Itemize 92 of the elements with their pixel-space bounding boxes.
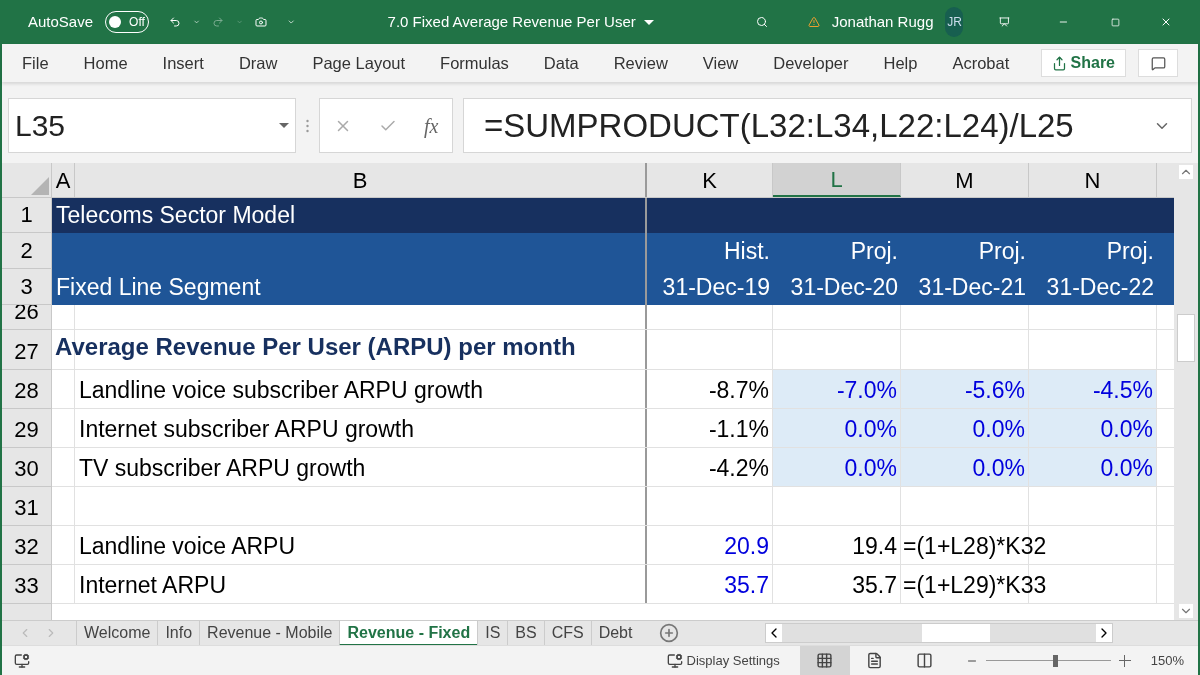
ribbon-tab[interactable]: Help	[883, 50, 918, 76]
row-header[interactable]: 29	[2, 409, 52, 448]
formula-text: =(1+L28)*K32	[903, 532, 1047, 561]
column-heading: Proj.	[850, 237, 899, 266]
zoom-slider[interactable]	[985, 653, 1111, 668]
column-heading: Hist.	[724, 237, 771, 266]
user-avatar[interactable]: JR	[945, 7, 964, 37]
insert-function-icon[interactable]: fx	[423, 110, 439, 141]
display-settings-button[interactable]: Display Settings	[666, 650, 780, 671]
section-heading: Average Revenue Per User (ARPU) per month	[55, 332, 576, 362]
ribbon-tab[interactable]: Review	[613, 50, 668, 76]
input-cell: 0.0%	[773, 409, 901, 447]
sheet-tab[interactable]: IS	[477, 620, 508, 646]
row-label: TV subscriber ARPU growth	[78, 454, 366, 483]
column-heading: 31-Dec-21	[918, 273, 1027, 302]
input-cell: -7.0%	[773, 370, 901, 408]
ribbon-tab[interactable]: Insert	[162, 50, 204, 76]
drag-handle-icon[interactable]	[306, 118, 309, 133]
number-cell: 19.4	[773, 526, 901, 564]
normal-view-icon[interactable]	[799, 645, 850, 675]
scroll-left-icon[interactable]	[766, 624, 783, 642]
autosave-label: AutoSave	[28, 11, 94, 32]
segment-title: Fixed Line Segment	[56, 273, 261, 302]
vertical-scrollbar[interactable]	[1174, 163, 1198, 620]
column-header[interactable]: N	[1029, 163, 1157, 197]
ribbon-tab[interactable]: Formulas	[440, 50, 509, 76]
number-cell: 35.7	[773, 565, 901, 603]
ribbon-tab[interactable]: File	[22, 50, 49, 76]
column-heading: Proj.	[1106, 237, 1155, 266]
zoom-percentage[interactable]: 150%	[1150, 650, 1184, 671]
share-icon	[1051, 55, 1067, 71]
sheet-tab[interactable]: Revenue - Fixed	[339, 620, 478, 646]
column-header[interactable]: L	[773, 163, 901, 197]
row-label: Internet subscriber ARPU growth	[78, 415, 414, 444]
row-header[interactable]: 33	[2, 565, 52, 604]
row-header[interactable]: 1	[2, 198, 52, 233]
ribbon-tab[interactable]: Home	[83, 50, 128, 76]
formula-field[interactable]: =SUMPRODUCT(L32:L34,L22:L24)/L25	[463, 98, 1192, 153]
column-heading: 31-Dec-22	[1046, 273, 1155, 302]
sheet-tab[interactable]: BS	[507, 620, 544, 646]
name-box[interactable]: L35	[8, 98, 296, 153]
sheet-tab[interactable]: Welcome	[76, 620, 158, 646]
ribbon-tab[interactable]: Data	[543, 50, 579, 76]
input-cell: 0.0%	[1029, 409, 1157, 447]
scrollbar-thumb[interactable]	[1177, 314, 1195, 362]
column-header[interactable]: M	[901, 163, 1029, 197]
row-header[interactable]: 32	[2, 526, 52, 565]
ribbon-tab[interactable]: Developer	[773, 50, 849, 76]
input-cell: -4.5%	[1029, 370, 1157, 408]
column-heading: 31-Dec-20	[790, 273, 899, 302]
document-title[interactable]: 7.0 Fixed Average Revenue Per User	[387, 10, 654, 34]
input-cell: 0.0%	[773, 448, 901, 486]
input-cell: 0.0%	[1029, 448, 1157, 486]
horizontal-scrollbar[interactable]	[765, 623, 1114, 643]
monitor-gear-icon	[666, 652, 683, 669]
sheet-tab[interactable]: Debt	[590, 620, 640, 646]
row-header[interactable]: 31	[2, 487, 52, 526]
comment-icon	[1150, 55, 1166, 71]
input-cell: -5.6%	[901, 370, 1029, 408]
input-cell: 0.0%	[901, 448, 1029, 486]
number-cell: 35.7	[647, 565, 773, 603]
row-label: Internet ARPU	[78, 571, 227, 600]
column-header[interactable]: A	[52, 163, 75, 197]
ribbon-tab[interactable]: Draw	[238, 50, 278, 76]
input-cell: 0.0%	[901, 409, 1029, 447]
sheet-tab[interactable]: Info	[157, 620, 200, 646]
sheet-tab[interactable]: CFS	[543, 620, 591, 646]
zoom-slider-thumb[interactable]	[1052, 654, 1058, 667]
share-button[interactable]: Share	[1040, 49, 1126, 77]
row-header[interactable]: 28	[2, 370, 52, 409]
zoom-in-icon[interactable]	[1118, 654, 1131, 667]
row-header[interactable]: 30	[2, 448, 52, 487]
scrollbar-thumb[interactable]	[922, 624, 991, 642]
row-header[interactable]: 27	[2, 330, 52, 370]
row-label: Landline voice subscriber ARPU growth	[78, 376, 483, 405]
scroll-right-icon[interactable]	[1096, 624, 1113, 642]
comments-button[interactable]	[1138, 49, 1178, 77]
row-header[interactable]: 3	[2, 269, 52, 305]
column-heading: 31-Dec-19	[662, 273, 771, 302]
scroll-down-icon[interactable]	[1179, 604, 1193, 618]
user-name: Jonathan Rugg	[831, 11, 934, 32]
ribbon-tab[interactable]: View	[702, 50, 739, 76]
scroll-up-icon[interactable]	[1179, 165, 1193, 179]
column-heading: Proj.	[978, 237, 1027, 266]
number-cell: 20.9	[647, 526, 773, 564]
ribbon-tab[interactable]: Acrobat	[952, 50, 1010, 76]
model-title: Telecoms Sector Model	[56, 201, 296, 230]
formula-text: =(1+L29)*K33	[903, 571, 1047, 600]
row-header[interactable]: 2	[2, 233, 52, 269]
row-label: Landline voice ARPU	[78, 532, 296, 561]
ribbon-tab[interactable]: Page Layout	[312, 50, 406, 76]
add-sheet-icon[interactable]	[659, 623, 680, 643]
